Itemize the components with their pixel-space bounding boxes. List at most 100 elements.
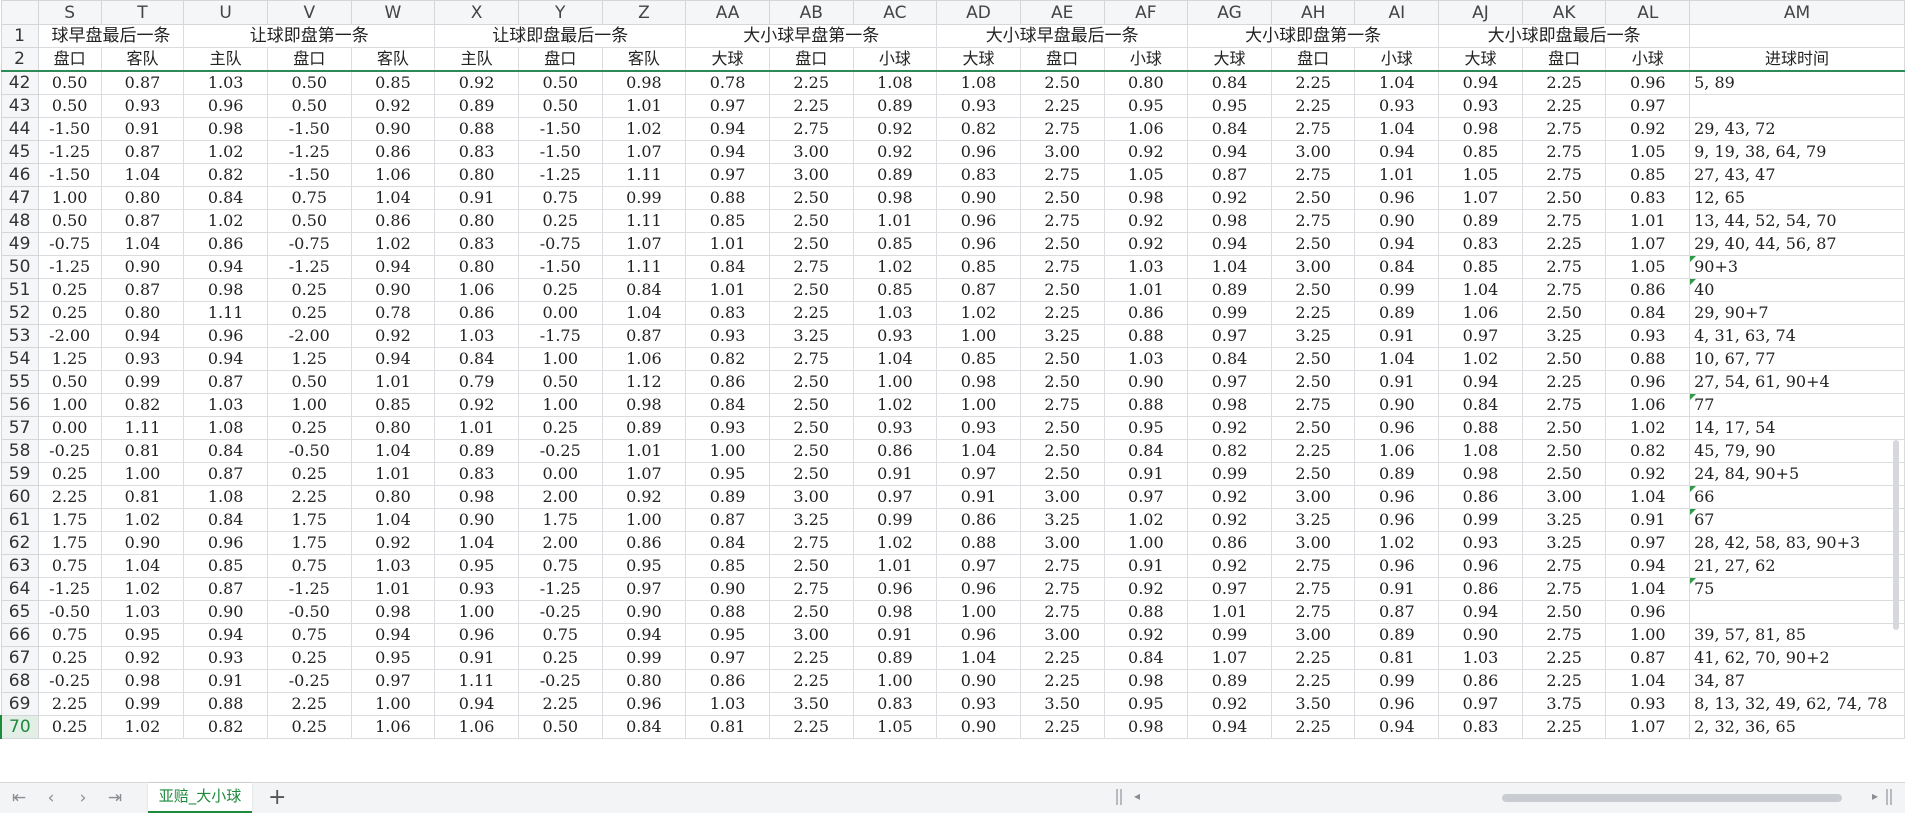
data-cell[interactable]: -1.25 [517, 163, 603, 187]
data-cell[interactable]: 0.75 [517, 623, 603, 647]
data-cell[interactable]: -0.50 [266, 600, 352, 624]
data-cell[interactable]: 1.01 [601, 94, 687, 118]
column-header-y[interactable]: Y [517, 0, 603, 25]
data-cell[interactable]: 0.94 [100, 324, 185, 348]
data-cell[interactable]: 0.88 [1103, 324, 1189, 348]
column-header-ai[interactable]: AI [1354, 0, 1440, 25]
data-cell[interactable]: 0.87 [100, 70, 185, 95]
data-cell[interactable]: 0.94 [1354, 715, 1440, 739]
data-cell[interactable]: 2.75 [1270, 117, 1356, 141]
data-cell[interactable]: 0.92 [350, 94, 436, 118]
row-header[interactable]: 50 [0, 255, 39, 279]
data-cell[interactable]: 0.25 [266, 416, 352, 440]
data-cell[interactable]: 0.92 [1605, 462, 1691, 486]
data-cell[interactable]: 2.25 [1521, 715, 1607, 739]
data-cell[interactable]: 0.90 [350, 278, 436, 302]
data-cell[interactable]: 3.25 [1019, 508, 1105, 532]
data-cell[interactable]: -0.75 [37, 232, 102, 256]
data-cell[interactable]: 2.50 [1019, 370, 1105, 394]
data-cell[interactable]: 2.50 [768, 393, 854, 417]
data-cell[interactable]: 1.04 [936, 646, 1021, 670]
data-cell[interactable]: 1.00 [1605, 623, 1691, 647]
data-cell[interactable]: 1.04 [434, 531, 519, 555]
data-cell[interactable]: 1.01 [852, 209, 938, 233]
subheader-cell[interactable]: 主队 [183, 47, 268, 72]
data-cell[interactable]: 0.90 [350, 117, 436, 141]
data-cell[interactable]: 2.50 [768, 370, 854, 394]
data-cell[interactable]: 2.75 [1521, 577, 1607, 601]
data-cell[interactable]: 0.93 [936, 692, 1021, 716]
row-header[interactable]: 48 [0, 209, 39, 233]
data-cell[interactable]: 0.82 [1605, 439, 1691, 463]
scroll-left-icon[interactable]: ◂ [1134, 789, 1140, 803]
data-cell[interactable]: 0.75 [517, 186, 603, 210]
data-cell[interactable]: 1.00 [517, 347, 603, 371]
column-header-al[interactable]: AL [1605, 0, 1691, 25]
data-cell[interactable]: 0.90 [601, 600, 687, 624]
data-cell[interactable]: 1.04 [350, 186, 436, 210]
data-cell[interactable]: -1.50 [37, 163, 102, 187]
data-cell[interactable]: 0.98 [1103, 669, 1189, 693]
data-cell[interactable]: 2.75 [768, 117, 854, 141]
data-cell[interactable]: 0.85 [1605, 163, 1691, 187]
data-cell[interactable]: 0.91 [936, 485, 1021, 509]
data-cell[interactable]: 0.96 [852, 577, 938, 601]
data-cell[interactable]: 3.25 [1521, 324, 1607, 348]
data-cell[interactable]: 0.98 [183, 278, 268, 302]
data-cell[interactable]: 0.91 [434, 186, 519, 210]
data-cell[interactable]: 3.00 [768, 623, 854, 647]
data-cell[interactable]: 0.95 [601, 554, 687, 578]
goal-time-cell[interactable] [1689, 600, 1905, 624]
data-cell[interactable]: 2.50 [1270, 347, 1356, 371]
data-cell[interactable]: 0.96 [1354, 416, 1440, 440]
data-cell[interactable]: 2.75 [768, 347, 854, 371]
data-cell[interactable]: -0.25 [37, 439, 102, 463]
data-cell[interactable]: 0.94 [1354, 232, 1440, 256]
data-cell[interactable]: 0.97 [350, 669, 436, 693]
data-cell[interactable]: 0.92 [350, 324, 436, 348]
vertical-scroll-thumb[interactable] [1893, 440, 1899, 630]
column-header-x[interactable]: X [434, 0, 519, 25]
data-cell[interactable]: 0.97 [1187, 324, 1272, 348]
data-cell[interactable]: 0.92 [1103, 232, 1189, 256]
data-cell[interactable]: 1.01 [1354, 163, 1440, 187]
data-cell[interactable]: 1.01 [1605, 209, 1691, 233]
data-cell[interactable]: 1.75 [37, 531, 102, 555]
data-cell[interactable]: 2.25 [266, 485, 352, 509]
goal-time-cell[interactable]: 40 [1689, 278, 1905, 302]
data-cell[interactable]: 0.98 [852, 186, 938, 210]
data-cell[interactable]: 0.86 [685, 370, 770, 394]
data-cell[interactable]: 1.75 [37, 508, 102, 532]
goal-time-cell[interactable]: 75 [1689, 577, 1905, 601]
data-cell[interactable]: 0.94 [1605, 554, 1691, 578]
data-cell[interactable]: 1.04 [100, 554, 185, 578]
data-cell[interactable]: 0.97 [1438, 324, 1523, 348]
data-cell[interactable]: 0.80 [1103, 70, 1189, 95]
data-cell[interactable]: 0.50 [37, 209, 102, 233]
data-cell[interactable]: 0.89 [1187, 278, 1272, 302]
row-header[interactable]: 2 [0, 47, 39, 72]
data-cell[interactable]: 0.91 [100, 117, 185, 141]
data-cell[interactable]: 0.88 [936, 531, 1021, 555]
data-cell[interactable]: 0.94 [1354, 140, 1440, 164]
data-cell[interactable]: 3.25 [768, 324, 854, 348]
data-cell[interactable]: -0.25 [517, 439, 603, 463]
data-cell[interactable]: 0.80 [434, 209, 519, 233]
data-cell[interactable]: 2.50 [1521, 416, 1607, 440]
data-cell[interactable]: 0.85 [685, 209, 770, 233]
row-header[interactable]: 42 [0, 70, 39, 95]
data-cell[interactable]: 0.80 [434, 255, 519, 279]
data-cell[interactable]: 1.11 [434, 669, 519, 693]
data-cell[interactable]: 2.50 [768, 439, 854, 463]
data-cell[interactable]: 2.75 [1019, 255, 1105, 279]
data-cell[interactable]: 0.92 [1187, 485, 1272, 509]
data-cell[interactable]: 0.00 [517, 462, 603, 486]
data-cell[interactable]: 0.86 [183, 232, 268, 256]
data-cell[interactable]: 2.25 [1019, 646, 1105, 670]
data-cell[interactable]: 0.93 [434, 577, 519, 601]
data-cell[interactable]: 0.89 [601, 416, 687, 440]
next-sheet-icon[interactable]: › [72, 788, 94, 808]
data-cell[interactable]: 0.91 [1354, 324, 1440, 348]
data-cell[interactable]: 2.50 [1019, 232, 1105, 256]
data-cell[interactable]: 0.25 [266, 278, 352, 302]
